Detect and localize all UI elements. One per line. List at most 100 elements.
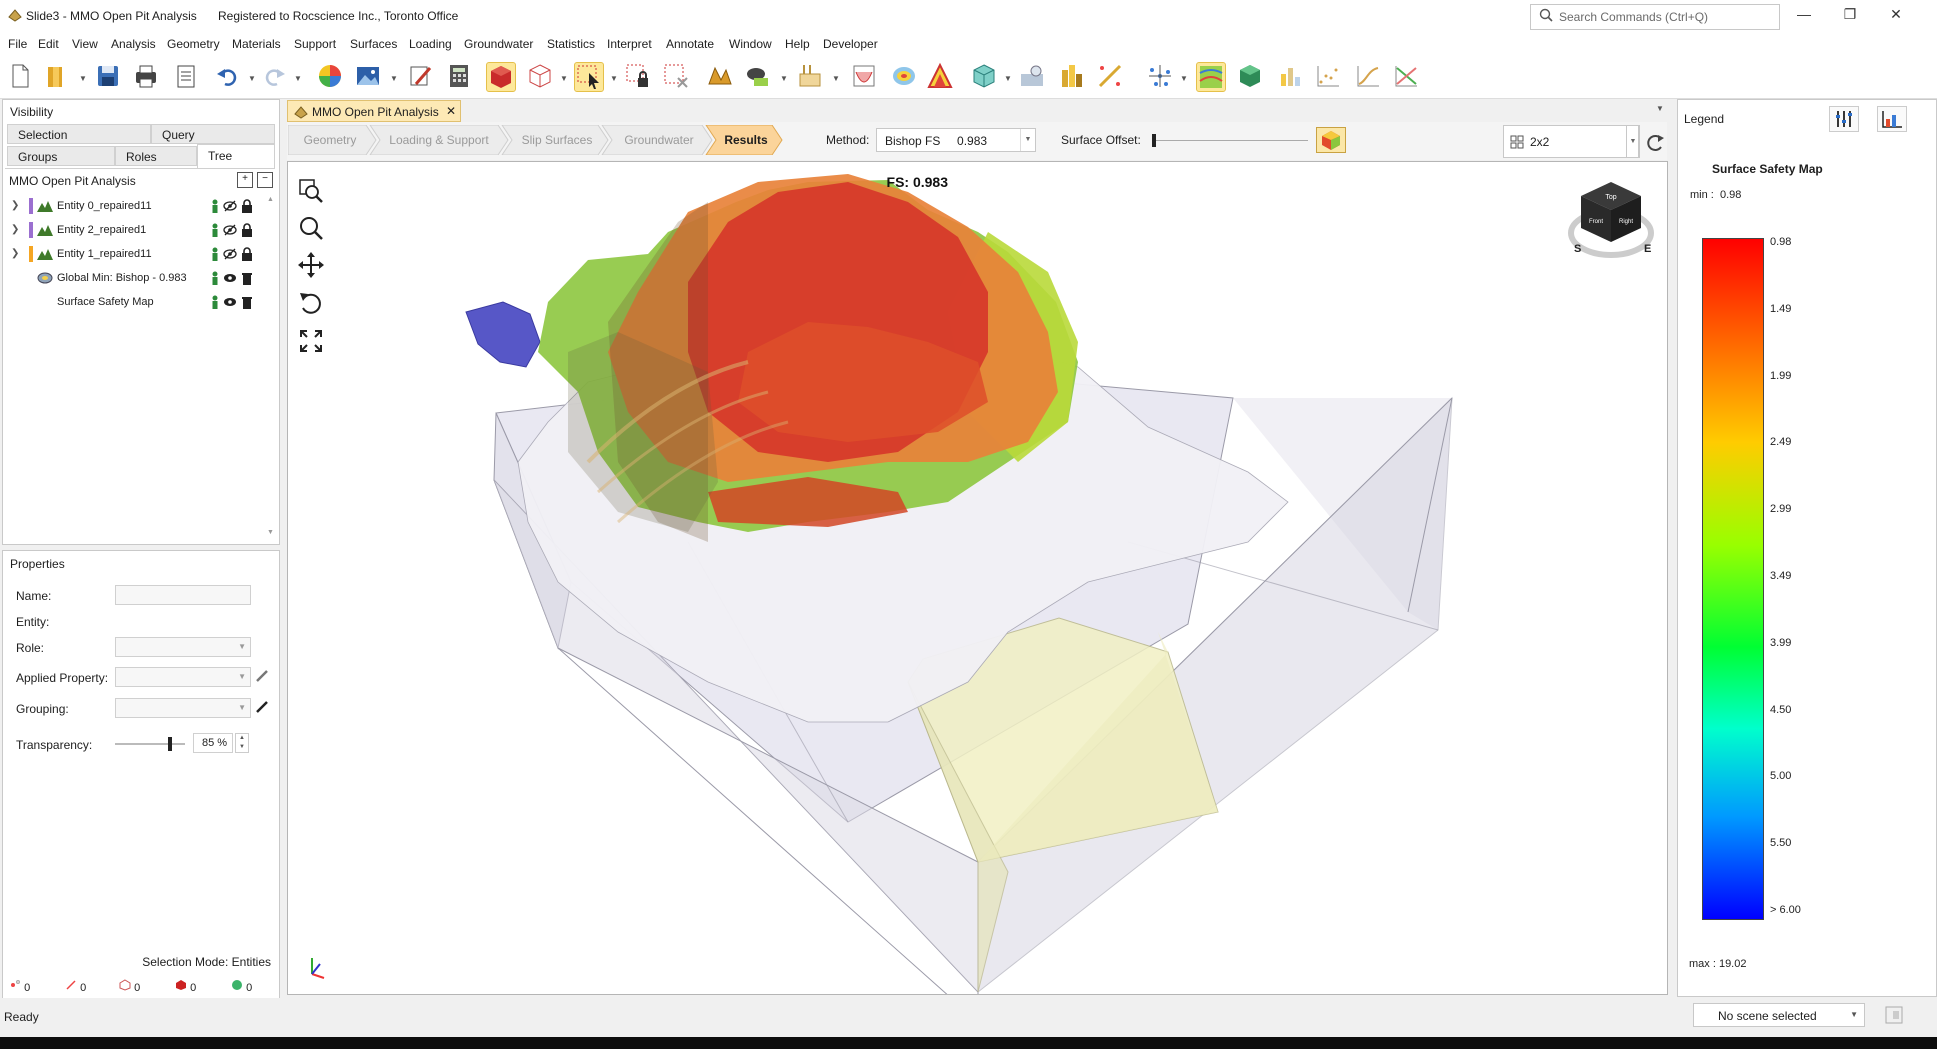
transparency-slider-track[interactable] — [115, 737, 185, 751]
eye-hidden-icon[interactable] — [223, 199, 237, 216]
redo-dropdown-icon[interactable]: ▼ — [294, 74, 302, 83]
tree-item-global-min[interactable]: Global Min: Bishop - 0.983 — [25, 267, 261, 289]
zoom-icon[interactable] — [298, 215, 324, 244]
pencil-icon[interactable] — [255, 669, 269, 686]
menu-view[interactable]: View — [72, 37, 98, 51]
solid-green-icon[interactable] — [1236, 62, 1264, 90]
lock-icon[interactable] — [241, 247, 253, 264]
menu-support[interactable]: Support — [294, 37, 336, 51]
person-icon[interactable] — [211, 295, 219, 312]
eye-hidden-icon[interactable] — [223, 223, 237, 240]
undo-dropdown-icon[interactable]: ▼ — [248, 74, 256, 83]
view-dropdown-icon[interactable]: ▼ — [780, 74, 788, 83]
menu-edit[interactable]: Edit — [38, 37, 59, 51]
materials-icon[interactable] — [1058, 62, 1086, 90]
scene-select[interactable]: No scene selected ▼ — [1693, 1003, 1865, 1027]
query-icon[interactable] — [1018, 62, 1046, 90]
workflow-step-geometry[interactable]: Geometry — [288, 125, 372, 155]
solid-box-icon[interactable] — [486, 62, 516, 92]
menu-statistics[interactable]: Statistics — [547, 37, 595, 51]
select-tool-icon[interactable] — [574, 62, 604, 92]
tree-item-entity-1[interactable]: ❯ Entity 1_repaired11 — [11, 243, 261, 265]
viewport-3d[interactable]: FS: 0.983 Top Front Right S E — [287, 161, 1668, 995]
legend-chart-button[interactable] — [1877, 106, 1907, 132]
points-dropdown-icon[interactable]: ▼ — [1180, 74, 1188, 83]
transparency-slider-thumb[interactable] — [168, 737, 172, 751]
pan-icon[interactable] — [298, 252, 324, 281]
wireframe-box-icon[interactable] — [526, 62, 554, 90]
menu-interpret[interactable]: Interpret — [607, 37, 652, 51]
search-commands-input[interactable]: Search Commands (Ctrl+Q) — [1530, 4, 1780, 30]
edit-property-icon[interactable] — [406, 62, 434, 90]
loading-icon[interactable] — [796, 62, 824, 90]
surface-tool-icon[interactable] — [706, 62, 734, 90]
collapse-all-icon[interactable]: − — [257, 172, 273, 188]
tree-item-entity-0[interactable]: ❯ Entity 0_repaired11 — [11, 195, 261, 217]
picture-dropdown-icon[interactable]: ▼ — [390, 74, 398, 83]
slip-surface-icon[interactable] — [850, 62, 878, 90]
color-wheel-icon[interactable] — [316, 62, 344, 90]
eye-icon[interactable] — [223, 295, 237, 312]
contour-lines-icon[interactable] — [1196, 62, 1226, 92]
rotate-icon[interactable] — [298, 290, 324, 319]
person-icon[interactable] — [211, 199, 219, 216]
cube-face-top[interactable]: Top — [1605, 194, 1616, 201]
measure-icon[interactable] — [1096, 62, 1124, 90]
save-icon[interactable] — [94, 62, 122, 90]
close-tab-icon[interactable]: ✕ — [446, 104, 456, 118]
undo-icon[interactable] — [214, 62, 242, 90]
lock-icon[interactable] — [241, 199, 253, 216]
layout-select[interactable]: 2x2 — [1503, 125, 1639, 158]
close-button[interactable]: ✕ — [1876, 6, 1916, 26]
eye-hidden-icon[interactable] — [223, 247, 237, 264]
select-dropdown-icon[interactable]: ▼ — [610, 74, 618, 83]
open-folder-icon[interactable] — [44, 62, 72, 90]
pencil-icon[interactable] — [255, 700, 269, 717]
trash-icon[interactable] — [241, 271, 253, 288]
layout-dropdown-icon[interactable]: ▼ — [1626, 125, 1640, 158]
contour-icon[interactable] — [890, 62, 918, 90]
view-cube[interactable]: Top Front Right S E — [1566, 178, 1660, 268]
tab-groups[interactable]: Groups — [7, 146, 115, 166]
transparency-spinner[interactable]: ▲ ▼ — [235, 733, 249, 753]
menu-analysis[interactable]: Analysis — [111, 37, 156, 51]
name-field[interactable] — [115, 585, 251, 605]
workflow-step-loading-support[interactable]: Loading & Support — [375, 125, 503, 155]
box-dropdown-icon[interactable]: ▼ — [560, 74, 568, 83]
calculator-icon[interactable] — [445, 62, 473, 90]
restore-button[interactable]: ❐ — [1830, 6, 1870, 26]
cube-face-front[interactable]: Front — [1589, 219, 1603, 225]
refresh-icon[interactable] — [1644, 128, 1666, 156]
surface-offset-slider[interactable] — [1152, 134, 1308, 147]
3d-cube-icon[interactable] — [970, 62, 998, 90]
person-icon[interactable] — [211, 271, 219, 288]
zoom-extents-icon[interactable] — [298, 328, 324, 357]
tab-roles[interactable]: Roles — [115, 146, 197, 166]
scroll-up-icon[interactable]: ▲ — [267, 196, 274, 203]
menu-groundwater[interactable]: Groundwater — [464, 37, 533, 51]
deselect-icon[interactable] — [662, 62, 690, 90]
person-icon[interactable] — [211, 247, 219, 264]
tree-item-surface-safety-map[interactable]: Surface Safety Map — [25, 291, 261, 313]
tree-scrollbar[interactable]: ▲ ▼ — [267, 196, 275, 536]
workflow-step-groundwater[interactable]: Groundwater — [608, 125, 710, 155]
cube-face-right[interactable]: Right — [1619, 219, 1633, 225]
menu-annotate[interactable]: Annotate — [666, 37, 714, 51]
line-plot-icon[interactable] — [1354, 62, 1382, 90]
workflow-step-results[interactable]: Results — [712, 125, 780, 155]
cross-plot-icon[interactable] — [1392, 62, 1420, 90]
method-select[interactable]: Bishop FS 0.983 ▼ — [876, 128, 1036, 152]
zoom-window-icon[interactable] — [298, 178, 324, 207]
workflow-step-slip-surfaces[interactable]: Slip Surfaces — [508, 125, 606, 155]
menu-window[interactable]: Window — [729, 37, 772, 51]
menu-file[interactable]: File — [8, 37, 27, 51]
menu-geometry[interactable]: Geometry — [167, 37, 220, 51]
view-tool-icon[interactable] — [744, 62, 772, 90]
tab-selection[interactable]: Selection — [7, 124, 151, 144]
legend-settings-button[interactable] — [1829, 106, 1859, 132]
applied-property-select[interactable]: ▼ — [115, 667, 251, 687]
expand-all-icon[interactable]: + — [237, 172, 253, 188]
tab-list-dropdown-icon[interactable]: ▼ — [1656, 104, 1664, 113]
bar-chart-icon[interactable] — [1276, 62, 1304, 90]
role-select[interactable]: ▼ — [115, 637, 251, 657]
